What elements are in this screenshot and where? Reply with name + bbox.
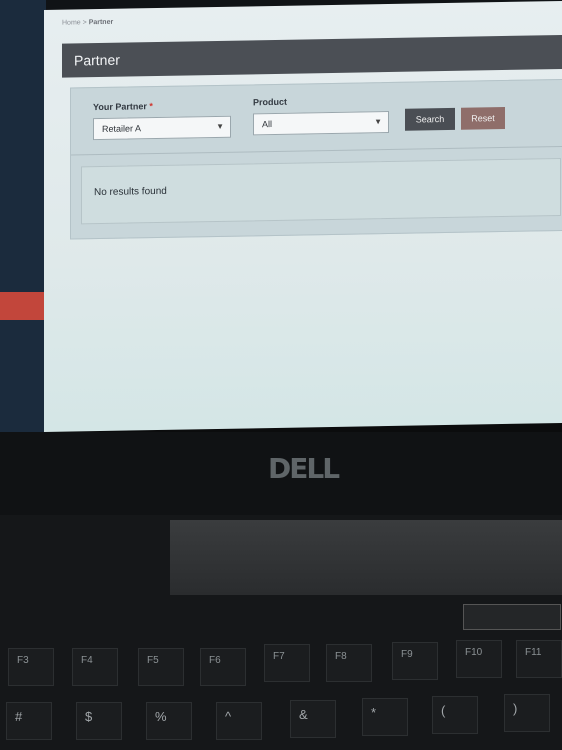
breadcrumb: Home > Partner [62,19,113,27]
partner-label: Your Partner * [93,101,153,112]
key-5: % [146,702,192,740]
key-f8: F8 [326,644,372,682]
screen-left-sidebar [0,0,46,432]
media-keys [463,604,561,630]
results-area: No results found [81,157,561,225]
breadcrumb-current: Partner [88,18,114,27]
no-results-message: No results found [94,185,167,199]
dell-logo: DELL [268,452,340,485]
key-f4: F4 [72,648,118,686]
product-select-value: All [262,119,273,130]
product-select[interactable]: All ▼ [253,110,389,136]
laptop-hinge-plate [170,520,562,595]
key-f11: F11 [516,640,562,678]
partner-select[interactable]: Retailer A ▼ [93,115,231,141]
key-f3: F3 [8,648,54,686]
key-f10: F10 [456,640,502,678]
sidebar-active-indicator [0,292,48,320]
key-0: ) [504,694,550,732]
partner-label-text: Your Partner [93,101,147,113]
divider [71,145,562,156]
chevron-down-icon: ▼ [216,121,224,131]
breadcrumb-separator: > [82,19,87,27]
chevron-down-icon: ▼ [374,117,382,127]
key-9: ( [432,696,478,734]
key-7: & [290,700,336,738]
product-label: Product [253,96,288,108]
page-title-bar: Partner [62,34,562,78]
key-8: * [362,698,408,736]
page-title: Partner [74,51,120,69]
key-3: # [6,702,52,740]
reset-button[interactable]: Reset [461,106,505,130]
partner-select-value: Retailer A [102,123,142,134]
key-4: $ [76,702,122,740]
key-6: ^ [216,702,262,740]
required-mark: * [149,101,153,112]
key-f5: F5 [138,648,184,686]
key-f6: F6 [200,648,246,686]
key-f7: F7 [264,644,310,682]
key-f9: F9 [392,642,438,680]
filter-panel: Your Partner * Retailer A ▼ Product All … [70,78,562,240]
breadcrumb-home[interactable]: Home [62,19,81,26]
search-button[interactable]: Search [405,107,455,131]
app-screen: Home > Partner Partner Your Partner * Re… [44,0,562,432]
